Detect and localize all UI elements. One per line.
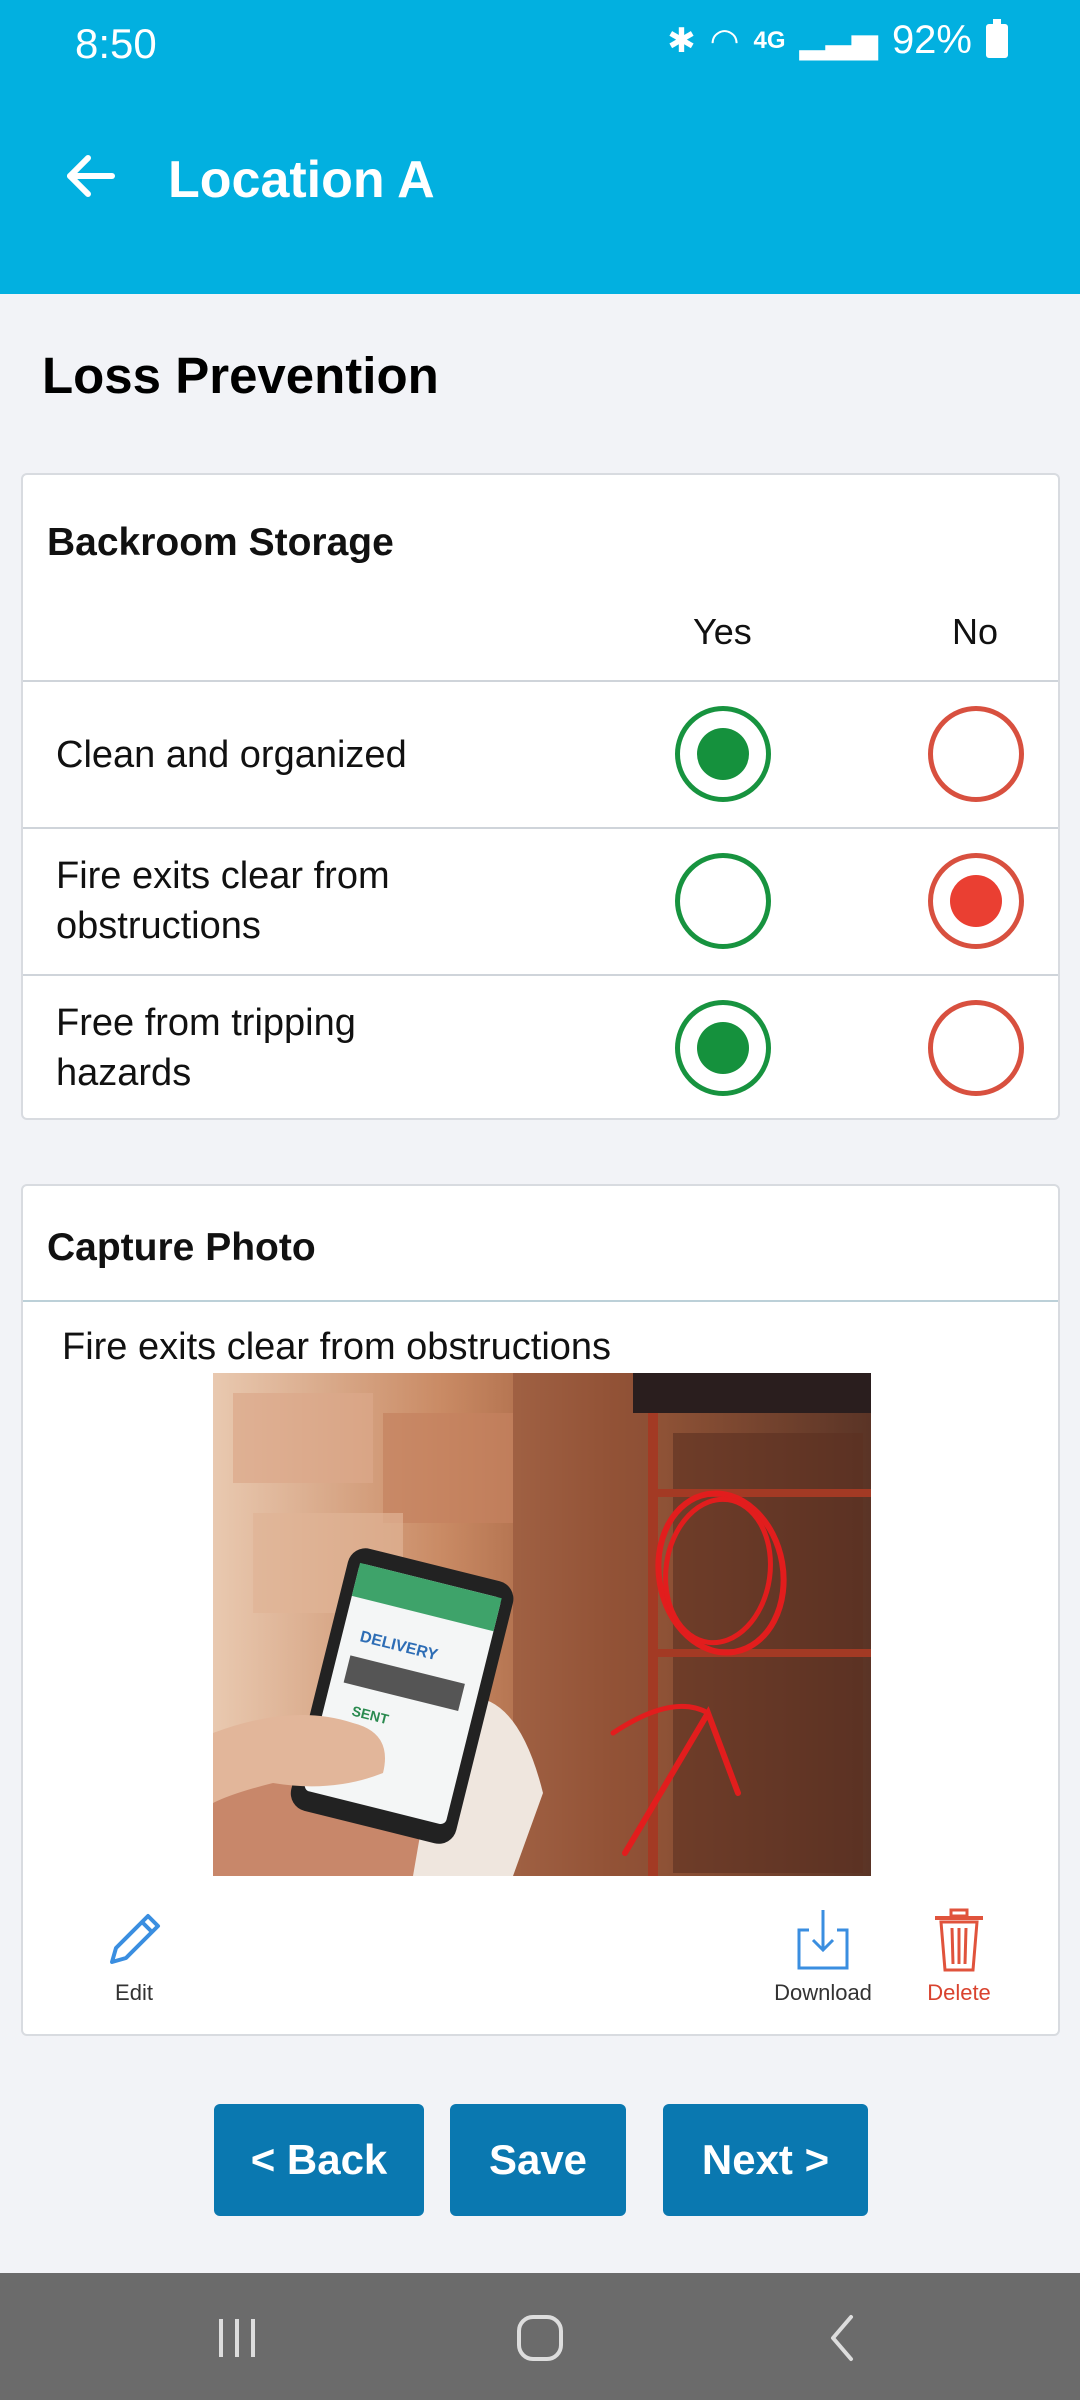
app-bar: Location A xyxy=(0,90,1080,294)
selected-dot xyxy=(697,1022,749,1074)
system-nav-bar xyxy=(0,2273,1080,2400)
yes-radio[interactable] xyxy=(675,853,771,949)
pencil-icon xyxy=(110,1914,160,1964)
download-label: Download xyxy=(774,1980,872,2005)
yes-radio[interactable] xyxy=(675,706,771,802)
edit-button[interactable]: Edit xyxy=(79,1908,189,2006)
checklist-row: Clean and organized xyxy=(23,680,1058,827)
delete-label: Delete xyxy=(927,1980,991,2005)
page-title: Loss Prevention xyxy=(42,347,439,404)
no-radio[interactable] xyxy=(928,853,1024,949)
back-button[interactable]: < Back xyxy=(214,2104,424,2216)
system-back-icon[interactable] xyxy=(813,2313,873,2363)
photo-caption: Fire exits clear from obstructions xyxy=(62,1326,612,1368)
battery-icon xyxy=(986,18,1008,58)
section-heading: Backroom Storage xyxy=(47,521,394,564)
row-label-line: Free from tripping xyxy=(56,1002,356,1044)
back-arrow-icon[interactable] xyxy=(60,146,120,206)
status-bar: 8:50 ✱ ◠ 4G ▂▃▅ 92% xyxy=(0,0,1080,90)
battery-percent: 92% xyxy=(891,18,972,62)
recent-apps-icon[interactable] xyxy=(207,2313,267,2363)
selected-dot xyxy=(697,728,749,780)
yes-radio[interactable] xyxy=(675,1000,771,1096)
home-icon[interactable] xyxy=(509,2313,569,2363)
status-icons: ✱ ◠ 4G ▂▃▅ 92% xyxy=(667,18,1008,63)
selected-dot xyxy=(950,875,1002,927)
app-title: Location A xyxy=(168,151,435,209)
photo-card: Capture Photo Fire exits clear from obst… xyxy=(21,1184,1060,2036)
signal-icon: ▂▃▅ xyxy=(799,21,878,60)
trash-icon xyxy=(935,1908,983,1972)
storage-card: Backroom Storage Yes No Clean and organi… xyxy=(21,473,1060,1120)
delete-button[interactable]: Delete xyxy=(899,1908,1019,2006)
row-label-line: obstructions xyxy=(56,905,261,947)
column-header-no: No xyxy=(952,611,999,652)
captured-photo[interactable]: DELIVERY SENT xyxy=(213,1373,871,1876)
save-button[interactable]: Save xyxy=(450,2104,626,2216)
network-type: 4G xyxy=(753,26,786,54)
download-button[interactable]: Download xyxy=(743,1908,903,2006)
divider xyxy=(23,1300,1058,1302)
row-label-line: hazards xyxy=(56,1052,192,1094)
checklist-row: Free from tripping hazards xyxy=(23,974,1058,1121)
wifi-icon: ◠ xyxy=(709,21,740,60)
section-heading: Capture Photo xyxy=(47,1226,316,1269)
row-label: Clean and organized xyxy=(56,730,476,780)
no-radio[interactable] xyxy=(928,1000,1024,1096)
row-label: Free from tripping hazards xyxy=(56,998,476,1098)
bluetooth-icon: ✱ xyxy=(667,21,696,60)
next-button[interactable]: Next > xyxy=(663,2104,868,2216)
row-label: Fire exits clear from obstructions xyxy=(56,851,476,951)
no-radio[interactable] xyxy=(928,706,1024,802)
row-label-line: Fire exits clear from xyxy=(56,855,390,897)
status-time: 8:50 xyxy=(75,20,157,67)
checklist-row: Fire exits clear from obstructions xyxy=(23,827,1058,974)
column-header-yes: Yes xyxy=(693,611,752,652)
row-label-line: Clean and organized xyxy=(56,734,407,776)
edit-label: Edit xyxy=(115,1980,153,2005)
download-icon xyxy=(797,1910,849,1970)
